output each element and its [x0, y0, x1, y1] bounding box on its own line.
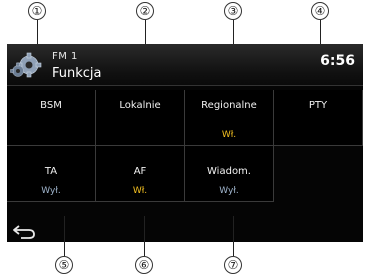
leader-line-6 — [144, 216, 145, 256]
ta-label: TA — [44, 166, 58, 177]
pty-label: PTY — [308, 100, 328, 111]
screen-title: Funkcja — [52, 66, 102, 81]
regionalne-status: Wł. — [221, 130, 237, 140]
lokalnie-button[interactable]: Lokalnie — [96, 90, 185, 146]
leader-line-5 — [64, 216, 65, 256]
callout-1: ① — [28, 2, 46, 20]
callout-6: ⑥ — [135, 256, 153, 274]
device-screen: FM 1 Funkcja 6:56 BSM Lokalnie Regionaln… — [7, 44, 363, 242]
source-label: FM 1 — [52, 51, 78, 62]
callout-3: ③ — [224, 2, 242, 20]
callout-4: ④ — [311, 2, 329, 20]
regionalne-label: Regionalne — [201, 100, 257, 111]
af-label: AF — [133, 166, 147, 177]
figure: ① ② ③ ④ FM 1 Funkcja 6:56 BSM Lokalnie R… — [0, 0, 368, 277]
callout-2: ② — [136, 2, 154, 20]
ta-button[interactable]: TA Wył. — [7, 146, 96, 202]
header-bar: FM 1 Funkcja 6:56 — [7, 44, 363, 86]
wiadom-button[interactable]: Wiadom. Wył. — [185, 146, 274, 202]
regionalne-button[interactable]: Regionalne Wł. — [185, 90, 274, 146]
gear-icon — [10, 52, 42, 78]
wiadom-label: Wiadom. — [207, 166, 251, 177]
lokalnie-label: Lokalnie — [119, 100, 161, 111]
bsm-button[interactable]: BSM — [7, 90, 96, 146]
clock: 6:56 — [320, 53, 355, 69]
callout-5: ⑤ — [55, 256, 73, 274]
back-arrow-icon[interactable] — [11, 222, 39, 240]
af-status: Wł. — [132, 186, 148, 196]
callout-7: ⑦ — [224, 256, 242, 274]
ta-status: Wył. — [41, 186, 61, 196]
pty-button[interactable]: PTY — [274, 90, 363, 146]
wiadom-status: Wył. — [219, 186, 239, 196]
af-button[interactable]: AF Wł. — [96, 146, 185, 202]
leader-line-7 — [233, 216, 234, 256]
bsm-label: BSM — [40, 100, 62, 111]
